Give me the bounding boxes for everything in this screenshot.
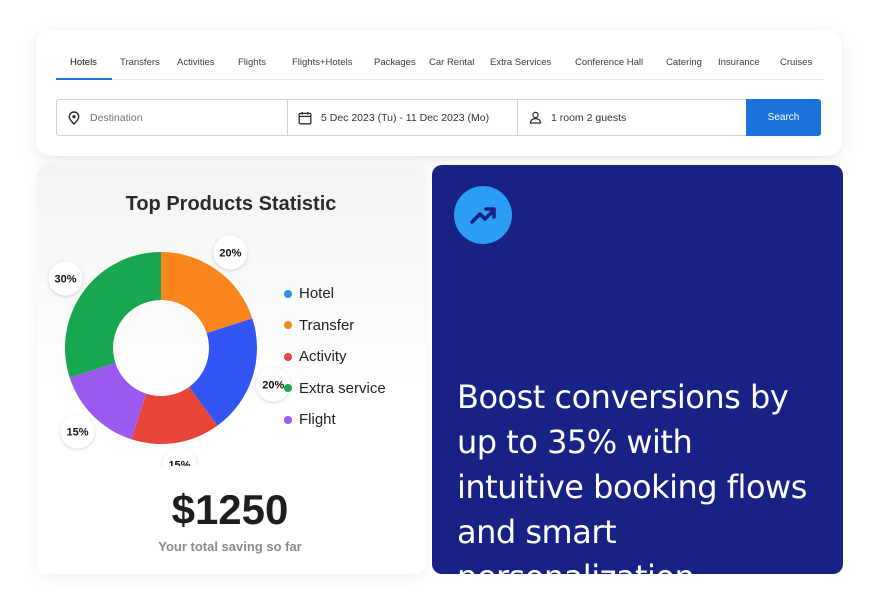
legend-label: Extra service [299, 379, 386, 397]
dates-value: 5 Dec 2023 (Tu) - 11 Dec 2023 (Mo) [321, 111, 490, 124]
slice-percent-label: 30% [48, 261, 83, 296]
location-pin-icon [67, 110, 81, 125]
tab-hotels[interactable]: Hotels [70, 57, 97, 68]
legend-item-transfer: Transfer [284, 310, 386, 342]
total-saving-caption: Your total saving so far [158, 539, 302, 554]
search-widget: Hotels Transfers Activities Flights Flig… [36, 30, 842, 156]
guests-value: 1 room 2 guests [551, 111, 627, 124]
legend-item-extra-service: Extra service [284, 373, 386, 405]
legend-label: Hotel [299, 285, 335, 303]
legend-dot [284, 289, 292, 298]
tab-conference-hall[interactable]: Conference Hall [575, 57, 643, 68]
tab-flights-hotels[interactable]: Flights+Hotels [292, 57, 352, 68]
slice-percent-text: 20% [262, 379, 284, 391]
destination-input[interactable] [90, 111, 270, 124]
promo-headline: Boost conversions by up to 35% with intu… [457, 378, 807, 596]
slice-percent-label: 15% [60, 414, 95, 449]
search-button[interactable]: Search [746, 99, 821, 136]
legend-label: Transfer [299, 316, 355, 334]
total-saving-amount: $1250 [171, 486, 289, 533]
slice-percent-text: 15% [67, 426, 89, 438]
legend-dot [284, 321, 292, 330]
legend-label: Activity [299, 348, 347, 366]
top-products-card: Top Products Statistic 20% 20% 15% 15% 30% H… [37, 166, 425, 574]
dates-field[interactable]: 5 Dec 2023 (Tu) - 11 Dec 2023 (Mo) [288, 100, 518, 135]
chart-legend: Hotel Transfer Activity Extra service Fl… [284, 278, 386, 436]
slice-percent-text: 20% [219, 248, 241, 260]
product-tabs: Hotels Transfers Activities Flights Flig… [56, 52, 824, 80]
legend-item-activity: Activity [284, 341, 386, 373]
legend-item-hotel: Hotel [284, 278, 386, 310]
legend-item-flight: Flight [284, 404, 386, 436]
tab-cruises[interactable]: Cruises [780, 57, 812, 68]
slice-percent-text: 30% [55, 274, 77, 286]
calendar-icon [298, 111, 312, 125]
tab-car-rental[interactable]: Car Rental [429, 57, 474, 68]
destination-field[interactable] [57, 100, 288, 135]
tab-flights[interactable]: Flights [238, 57, 266, 68]
slice-percent-label: 15% [162, 447, 197, 466]
slice-percent-label: 20% [213, 235, 248, 270]
trending-up-icon [454, 186, 512, 244]
tab-activities[interactable]: Activities [177, 57, 214, 68]
slice-percent-text: 15% [168, 460, 190, 466]
legend-dot [284, 384, 292, 393]
tab-packages[interactable]: Packages [374, 57, 416, 68]
tab-catering[interactable]: Catering [666, 57, 702, 68]
legend-dot [284, 415, 292, 424]
guests-field[interactable]: 1 room 2 guests [518, 100, 748, 135]
tab-extra-services[interactable]: Extra Services [490, 57, 551, 68]
search-form: 5 Dec 2023 (Tu) - 11 Dec 2023 (Mo) 1 roo… [56, 99, 821, 136]
tab-insurance[interactable]: Insurance [718, 57, 760, 68]
promo-card: Boost conversions by up to 35% with intu… [432, 165, 843, 596]
active-tab-indicator [56, 78, 112, 80]
legend-label: Flight [299, 411, 336, 429]
tab-transfers[interactable]: Transfers [120, 57, 160, 68]
legend-dot [284, 352, 292, 361]
person-icon [528, 111, 542, 125]
